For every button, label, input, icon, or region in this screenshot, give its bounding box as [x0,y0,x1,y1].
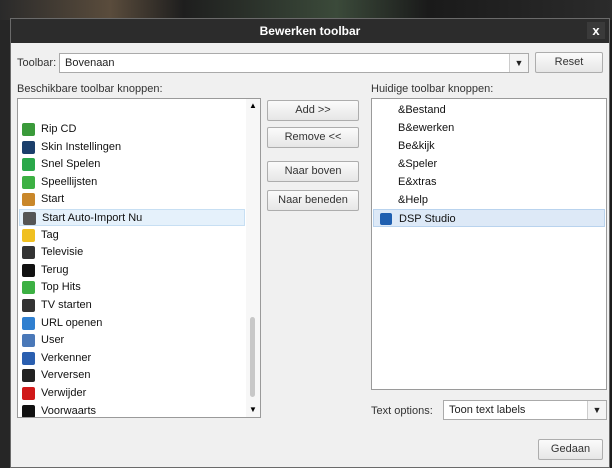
current-list-item[interactable]: Be&kijk [373,137,605,155]
available-buttons-label: Beschikbare toolbar knoppen: [17,83,163,95]
available-list-item[interactable]: Voorwaarts [19,403,245,417]
current-list-item[interactable]: B&ewerken [373,119,605,137]
tv-icon [22,246,35,260]
dialog-title: Bewerken toolbar [259,24,361,38]
available-list-item-label: Start Auto-Import Nu [42,212,143,224]
refresh-icon [22,369,35,383]
scroll-thumb[interactable] [250,317,255,397]
available-list-item-label: Verkenner [41,351,92,364]
delete-x-icon [22,387,35,400]
done-button[interactable]: Gedaan [538,439,603,460]
quick-play-icon [22,158,35,172]
background-left-edge [0,20,10,468]
available-list-item-label: Snel Spelen [41,158,101,171]
available-list-item[interactable]: Verversen [19,367,245,384]
remove-button[interactable]: Remove << [267,127,359,148]
title-bar[interactable]: Bewerken toolbar x [11,19,609,43]
available-list-item-label: Verwijder [41,387,87,399]
available-list-item[interactable]: TV starten [19,297,245,314]
available-list-item[interactable]: User [19,332,245,349]
available-list-item-label: Start [41,193,65,206]
available-list-item[interactable]: Start [19,191,245,208]
scroll-up-icon[interactable]: ▲ [246,99,260,113]
current-list-item[interactable]: DSP Studio [373,209,605,227]
available-list-item-label: User [41,334,65,347]
tag-icon [22,228,35,242]
globe-icon [22,316,35,330]
scroll-down-icon[interactable]: ▼ [246,403,260,417]
available-list-item-label: Top Hits [41,281,81,294]
available-list-item[interactable]: Top Hits [19,279,245,296]
chevron-down-icon[interactable]: ▼ [587,401,606,419]
available-list-item-label: Tag [41,228,59,241]
top-hits-icon [22,281,35,295]
available-list-item-label: Voorwaarts [41,404,97,417]
current-list-item[interactable]: E&xtras [373,173,605,191]
text-options-value: Toon text labels [449,404,526,416]
available-list-item[interactable]: URL openen [19,315,245,332]
available-list-item-label: Terug [41,263,69,276]
toolbar-select-value: Bovenaan [65,57,115,69]
available-list-item[interactable]: Tag [19,227,245,244]
back-arrow-icon [22,263,35,277]
current-list-item-label: E&xtras [398,176,437,188]
current-list-item-label: DSP Studio [399,213,456,225]
available-list-item-label: Televisie [41,246,84,259]
available-list-item-label: Skin Instellingen [41,140,122,153]
explorer-icon [22,351,35,365]
user-icon [22,334,35,348]
current-list-item[interactable]: &Help [373,191,605,209]
rip-cd-icon [22,123,35,136]
close-button[interactable]: x [587,22,605,39]
available-list-item[interactable]: Televisie [19,244,245,261]
current-list-item[interactable]: &Speler [373,155,605,173]
available-list-item[interactable]: Terug [19,262,245,279]
chevron-down-icon[interactable]: ▼ [509,54,528,72]
available-list-item[interactable]: Snel Spelen [19,156,245,173]
text-options-select[interactable]: Toon text labels ▼ [443,400,607,420]
toolbar-select[interactable]: Bovenaan ▼ [59,53,529,73]
available-buttons-list[interactable]: Rip CD Skin Instellingen Snel Spelen Speell… [17,98,261,418]
current-buttons-label: Huidige toolbar knoppen: [371,83,494,95]
available-list-item[interactable]: Start Auto-Import Nu [19,209,245,226]
available-list-item[interactable]: Verkenner [19,350,245,367]
current-list-item-label: &Speler [398,158,438,170]
available-list-item[interactable]: Rip CD [19,121,245,138]
available-list-item[interactable]: Speellijsten [19,174,245,191]
reset-button[interactable]: Reset [535,52,603,73]
playlist-icon [22,175,35,189]
available-list-item-label: TV starten [41,299,92,311]
current-list-item-label: &Bestand [398,104,446,116]
current-list-item-label: &Help [398,194,428,206]
available-list-scrollbar[interactable]: ▲ ▼ [246,99,260,417]
wand-icon [23,212,36,225]
move-up-button[interactable]: Naar boven [267,161,359,182]
move-down-button[interactable]: Naar beneden [267,190,359,211]
current-list-item-label: B&ewerken [398,122,455,134]
available-list-item-label: Verversen [41,369,91,382]
dsp-studio-icon [380,213,392,225]
current-list-item-label: Be&kijk [398,140,435,152]
current-buttons-list[interactable]: &Bestand B&ewerken Be&kijk &Speler E&xtras &H… [371,98,607,390]
toolbar-label: Toolbar: [17,57,57,69]
background-app-strip [0,0,612,20]
home-icon [22,193,35,207]
available-list-item[interactable]: Verwijder [19,385,245,402]
current-list-item[interactable]: &Bestand [373,101,605,119]
available-list-item-label: URL openen [41,316,103,329]
forward-arrow-icon [22,404,35,417]
tv-start-icon [22,299,35,312]
available-list-item-label: Rip CD [41,123,77,135]
edit-toolbar-dialog: Bewerken toolbar x Toolbar: Bovenaan ▼ R… [10,18,610,468]
available-list-item[interactable]: Skin Instellingen [19,139,245,156]
available-list-item-label: Speellijsten [41,175,98,188]
text-options-label: Text options: [371,405,433,417]
skin-icon [22,140,35,154]
add-button[interactable]: Add >> [267,100,359,121]
